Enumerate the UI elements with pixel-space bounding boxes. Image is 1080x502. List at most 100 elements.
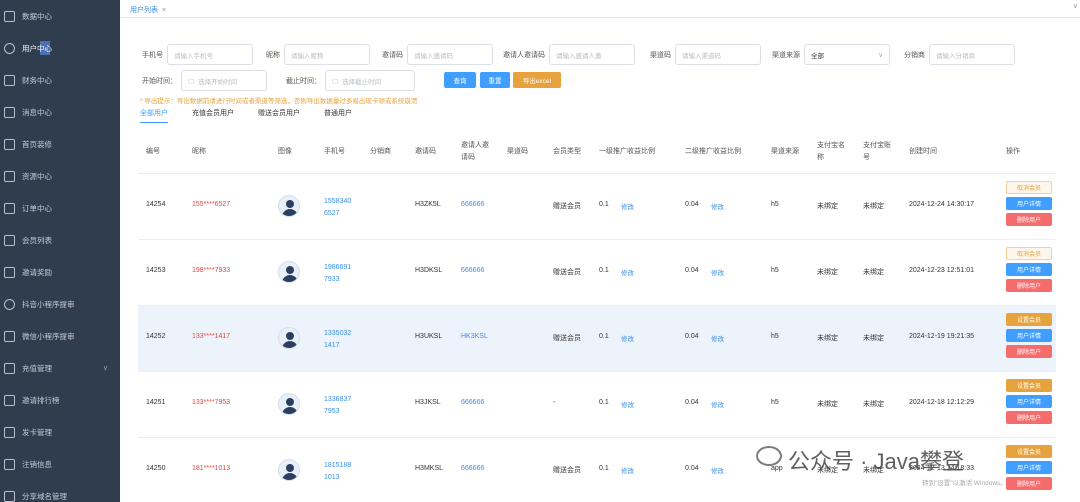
cell-alipay-name: 未绑定 [817,269,838,276]
tab-normal-users[interactable]: 普通用户 [324,108,352,123]
source-select[interactable]: 全部 ∨ [804,44,890,65]
edit-ratio1-link[interactable]: 修改 [621,465,634,475]
phone-input[interactable]: 请输入手机号 [167,44,253,65]
delete-user-button[interactable]: 删除用户 [1006,213,1052,226]
edit-ratio1-link[interactable]: 修改 [621,333,634,343]
tab-recharge-members[interactable]: 充值会员用户 [192,108,234,123]
edit-ratio1-link[interactable]: 修改 [621,201,634,211]
invite-code-label: 邀请码 [382,51,403,59]
avatar[interactable] [278,195,300,217]
edit-ratio2-link[interactable]: 修改 [711,465,724,475]
chevron-down-icon[interactable]: ∨ [1073,2,1078,10]
toggle-member-button[interactable]: 设置会员 [1006,445,1052,458]
col-member-type: 会员类型 [553,148,581,155]
delete-user-button[interactable]: 删除用户 [1006,477,1052,490]
reset-button[interactable]: 重置 [480,72,510,88]
edit-ratio2-link[interactable]: 修改 [711,333,724,343]
sidebar-item-7[interactable]: 会员列表 [0,224,120,256]
sidebar-item-4[interactable]: 首页装修 [0,128,120,160]
edit-ratio2-link[interactable]: 修改 [711,399,724,409]
delete-user-button[interactable]: 删除用户 [1006,345,1052,358]
cell-phone[interactable]: 1336837 7953 [324,394,351,418]
cell-source: h5 [771,399,779,406]
sidebar-item-0[interactable]: 数据中心 [0,0,120,32]
table-row: 14253 198****7933 1986691 7933 H3DKSL 666666 赠… [138,240,1056,306]
cell-inviter-code[interactable]: 666666 [461,465,484,472]
toggle-member-button[interactable]: 取消会员 [1006,181,1052,194]
end-time-picker[interactable]: ▢ 选择截止时间 [325,70,415,91]
source-label: 渠道来源 [772,51,800,59]
avatar-body [282,275,298,282]
cell-phone[interactable]: 1558340 6527 [324,196,351,220]
sidebar-item-label: 用户中心 [22,43,52,53]
sidebar-item-label: 订单中心 [22,203,52,213]
tab-all-users[interactable]: 全部用户 [140,108,168,123]
sidebar-item-5[interactable]: 资源中心 [0,160,120,192]
folder-icon [4,170,15,182]
table-row: 14252 133****1417 1335032 1417 H3UKSL HK3KSL 赠… [138,306,1056,372]
sidebar-item-2[interactable]: 财务中心 [0,64,120,96]
avatar[interactable] [278,459,300,481]
sidebar-item-6[interactable]: 订单中心 [0,192,120,224]
cell-alipay-account: 未绑定 [863,203,884,210]
user-detail-button[interactable]: 用户详情 [1006,395,1052,408]
close-icon[interactable]: × [162,7,166,14]
cell-inviter-code[interactable]: 666666 [461,267,484,274]
cell-created-time: 2024-12-18 12:12:29 [909,399,974,406]
edit-ratio2-link[interactable]: 修改 [711,267,724,277]
cell-inviter-code[interactable]: 666666 [461,201,484,208]
sidebar-item-label: 发卡管理 [22,427,52,437]
sidebar-item-9[interactable]: 抖音小程序提审 [0,288,120,320]
sidebar-item-13[interactable]: 发卡管理 [0,416,120,448]
sidebar-item-11[interactable]: 充值管理 ∨ [0,352,120,384]
sidebar-item-3[interactable]: 消息中心 [0,96,120,128]
cell-member-type: 赠送会员 [553,203,581,210]
start-time-picker[interactable]: ▢ 选择开始时间 [181,70,267,91]
distributor-input[interactable]: 请输入分销商 [929,44,1015,65]
toggle-member-button[interactable]: 设置会员 [1006,379,1052,392]
channel-code-input[interactable]: 请输入渠道码 [675,44,761,65]
user-detail-button[interactable]: 用户详情 [1006,197,1052,210]
sidebar-item-1[interactable]: 用户中心 [0,32,120,64]
sidebar-item-10[interactable]: 微信小程序提审 [0,320,120,352]
edit-ratio1-link[interactable]: 修改 [621,399,634,409]
col-avatar: 图像 [278,148,292,155]
sidebar-item-12[interactable]: 邀请排行榜 [0,384,120,416]
avatar-body [282,341,298,348]
user-detail-button[interactable]: 用户详情 [1006,263,1052,276]
calendar-icon: ▢ [332,77,339,85]
sidebar-item-14[interactable]: 注销信息 [0,448,120,480]
avatar[interactable] [278,261,300,283]
cell-id: 14252 [146,333,166,340]
tab-gift-members[interactable]: 赠送会员用户 [258,108,300,123]
tab-user-list[interactable]: 用户列表 × [126,2,170,18]
calendar-icon: ▢ [188,77,195,85]
toggle-member-button[interactable]: 设置会员 [1006,313,1052,326]
user-detail-button[interactable]: 用户详情 [1006,461,1052,474]
cell-ratio1: 0.1 [599,333,609,340]
edit-ratio2-link[interactable]: 修改 [711,201,724,211]
inviter-code-input[interactable]: 请输入邀请人邀 [549,44,635,65]
delete-user-button[interactable]: 删除用户 [1006,411,1052,424]
edit-ratio1-link[interactable]: 修改 [621,267,634,277]
delete-user-button[interactable]: 删除用户 [1006,279,1052,292]
sidebar-item-15[interactable]: 分享域名管理 [0,480,120,502]
recharge-icon [4,362,15,374]
query-button[interactable]: 查询 [444,72,476,88]
export-excel-button[interactable]: 导出excel [513,72,561,88]
invite-code-input[interactable]: 请输入邀请码 [407,44,493,65]
col-inviter-code: 邀请人邀请码 [461,142,489,161]
cell-nickname: 198****7933 [192,267,231,274]
cell-phone[interactable]: 1335032 1417 [324,328,351,352]
avatar[interactable] [278,327,300,349]
cell-inviter-code[interactable]: HK3KSL [461,333,488,340]
avatar-head [286,464,294,472]
sidebar-item-8[interactable]: 邀请奖励 [0,256,120,288]
nickname-input[interactable]: 请输入昵称 [284,44,370,65]
cell-inviter-code[interactable]: 666666 [461,399,484,406]
user-detail-button[interactable]: 用户详情 [1006,329,1052,342]
cell-phone[interactable]: 1986691 7933 [324,262,351,286]
cell-phone[interactable]: 1815188 1013 [324,460,351,484]
toggle-member-button[interactable]: 取消会员 [1006,247,1052,260]
avatar[interactable] [278,393,300,415]
